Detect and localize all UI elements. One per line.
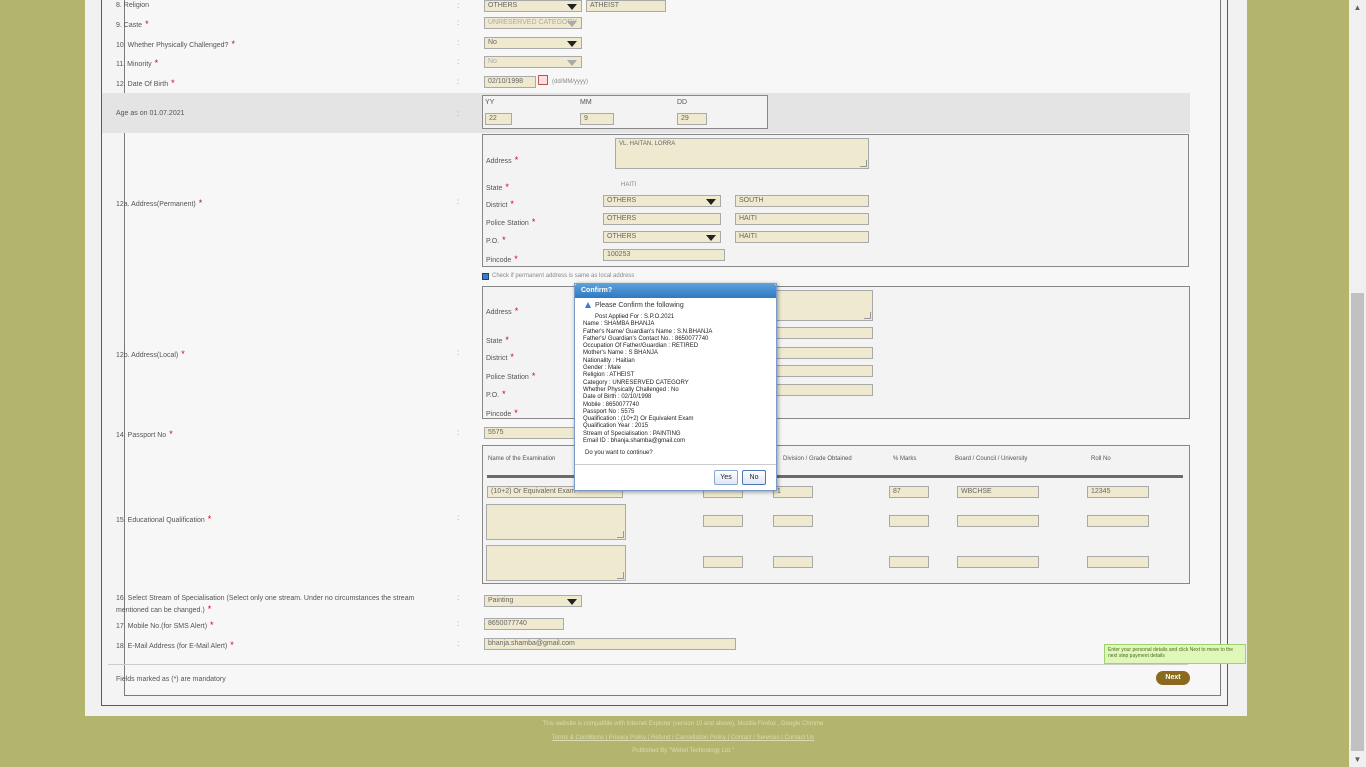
col-marks: % Marks	[893, 456, 917, 462]
dialog-question: Do you want to continue?	[585, 450, 653, 456]
minority-select[interactable]: No	[484, 56, 582, 68]
email-label: 18. E-Mail Address (for E-Mail Alert)	[116, 643, 228, 650]
permanent-district-other[interactable]: SOUTH	[735, 195, 869, 207]
board-2[interactable]	[957, 515, 1039, 527]
confirm-dialog: Confirm? Please Confirm the following Po…	[574, 283, 777, 491]
footer-publisher: Published By "Webel Technology Ltd."	[632, 748, 734, 754]
next-button[interactable]: Next	[1156, 671, 1190, 685]
physically-challenged-select[interactable]: No	[484, 37, 582, 49]
mobile-row: 17. Mobile No.(for SMS Alert) * : 8650077…	[102, 617, 1190, 631]
marks-3[interactable]	[889, 556, 929, 568]
religion-select[interactable]: OTHERS	[484, 0, 582, 12]
physically-challenged-label: 10. Whether Physically Challenged?	[116, 42, 229, 49]
same-address-label: Check if permanent address is same as lo…	[492, 273, 635, 279]
local-address-label: 12b. Address(Local)	[116, 352, 179, 359]
permanent-po-other[interactable]: HAITI	[735, 231, 869, 243]
scroll-down-icon[interactable]: ▼	[1353, 755, 1362, 764]
col-exam: Name of the Examination	[488, 456, 556, 462]
same-address-checkbox[interactable]	[482, 273, 489, 280]
passport-label: 14. Passport No	[116, 432, 167, 439]
marks-1[interactable]: 87	[889, 486, 929, 498]
calendar-icon[interactable]	[538, 75, 548, 85]
age-years: 22	[485, 113, 512, 125]
dialog-title: Confirm?	[575, 284, 776, 298]
passport-input[interactable]: 5575	[484, 427, 578, 439]
mandatory-note: Fields marked as (*) are mandatory	[116, 676, 226, 683]
dob-input[interactable]: 02/10/1998	[484, 76, 536, 88]
exam-name-2[interactable]	[486, 504, 626, 540]
permanent-po-select[interactable]: OTHERS	[603, 231, 721, 243]
religion-label: 8. Religion	[116, 2, 150, 9]
yes-button[interactable]: Yes	[714, 470, 738, 485]
grade-1[interactable]: 1	[773, 486, 813, 498]
permanent-address-label: 12a. Address(Permanent)	[116, 201, 196, 208]
permanent-district-select[interactable]: OTHERS	[603, 195, 721, 207]
dialog-summary: Post Applied For : S.P.O.2021 Name : SHA…	[583, 314, 713, 445]
col-roll: Roll No	[1091, 456, 1111, 462]
roll-1[interactable]: 12345	[1087, 486, 1149, 498]
year-2[interactable]	[703, 515, 743, 527]
scroll-up-icon[interactable]: ▲	[1353, 3, 1362, 12]
permanent-state-value: HAITI	[621, 182, 637, 188]
religion-row: 8. Religion : OTHERS ATHEIST	[102, 0, 1190, 12]
scrollbar-thumb[interactable]	[1351, 293, 1364, 751]
no-button[interactable]: No	[742, 470, 766, 485]
permanent-address-box: Address * VL. HAITAN, LORRA State * HAITI …	[482, 134, 1189, 267]
help-tooltip: Enter your personal details and click Ne…	[1104, 644, 1246, 664]
dob-row: 12. Date Of Birth * : 02/10/1998 (dd/MM/y…	[116, 75, 588, 88]
email-row: 18. E-Mail Address (for E-Mail Alert) * :…	[102, 637, 1190, 651]
mobile-label: 17. Mobile No.(for SMS Alert)	[116, 623, 208, 630]
minority-row: 11. Minority * : No	[102, 55, 1190, 69]
age-label: Age as on 01.07.2021	[116, 110, 185, 117]
caste-label: 9. Caste	[116, 22, 143, 29]
col-grade: Division / Grade Obtained	[783, 456, 852, 462]
footer-links[interactable]: Terms & Conditions | Privacy Policy | Re…	[0, 735, 1366, 741]
minority-label: 11. Minority	[116, 61, 152, 68]
permanent-pincode-input[interactable]: 100253	[603, 249, 725, 261]
mobile-input[interactable]: 8650077740	[484, 618, 564, 630]
grade-3[interactable]	[773, 556, 813, 568]
religion-other-input[interactable]: ATHEIST	[586, 0, 666, 12]
qualification-label: 15. Educational Qualification	[116, 517, 205, 524]
permanent-police-other[interactable]: HAITI	[735, 213, 869, 225]
dob-hint: (dd/MM/yyyy)	[552, 79, 588, 85]
permanent-address-textarea[interactable]: VL. HAITAN, LORRA	[615, 138, 869, 169]
board-1[interactable]: WBCHSE	[957, 486, 1039, 498]
caste-select[interactable]: UNRESERVED CATEGORY	[484, 17, 582, 29]
stream-row: 16. Select Stream of Specialisation (Sel…	[102, 591, 1190, 615]
age-days: 29	[677, 113, 707, 125]
permanent-address-row: 12a. Address(Permanent) * : Address * VL. …	[102, 134, 1190, 270]
roll-3[interactable]	[1087, 556, 1149, 568]
year-3[interactable]	[703, 556, 743, 568]
col-board: Board / Council / University	[955, 456, 1028, 462]
marks-2[interactable]	[889, 515, 929, 527]
footer-compat: This website is compatible with Internet…	[542, 721, 824, 727]
vertical-scrollbar[interactable]: ▲ ▼	[1349, 0, 1366, 767]
dialog-heading: Please Confirm the following	[595, 302, 684, 309]
board-3[interactable]	[957, 556, 1039, 568]
roll-2[interactable]	[1087, 515, 1149, 527]
age-box: YY MM DD 22 9 29	[482, 95, 768, 129]
stream-select[interactable]: Painting	[484, 595, 582, 607]
warning-icon	[585, 302, 591, 309]
exam-name-3[interactable]	[486, 545, 626, 581]
dob-label: 12. Date Of Birth	[116, 81, 169, 88]
physically-challenged-row: 10. Whether Physically Challenged? * : No	[102, 36, 1190, 50]
stream-label: 16. Select Stream of Specialisation (Sel…	[116, 595, 415, 614]
age-months: 9	[580, 113, 614, 125]
age-row: Age as on 01.07.2021 : YY MM DD 22 9 29	[102, 93, 1190, 133]
grade-2[interactable]	[773, 515, 813, 527]
email-input[interactable]: bhanja.shamba@gmail.com	[484, 638, 736, 650]
permanent-police-select[interactable]: OTHERS	[603, 213, 721, 225]
caste-row: 9. Caste * : UNRESERVED CATEGORY	[102, 16, 1190, 30]
